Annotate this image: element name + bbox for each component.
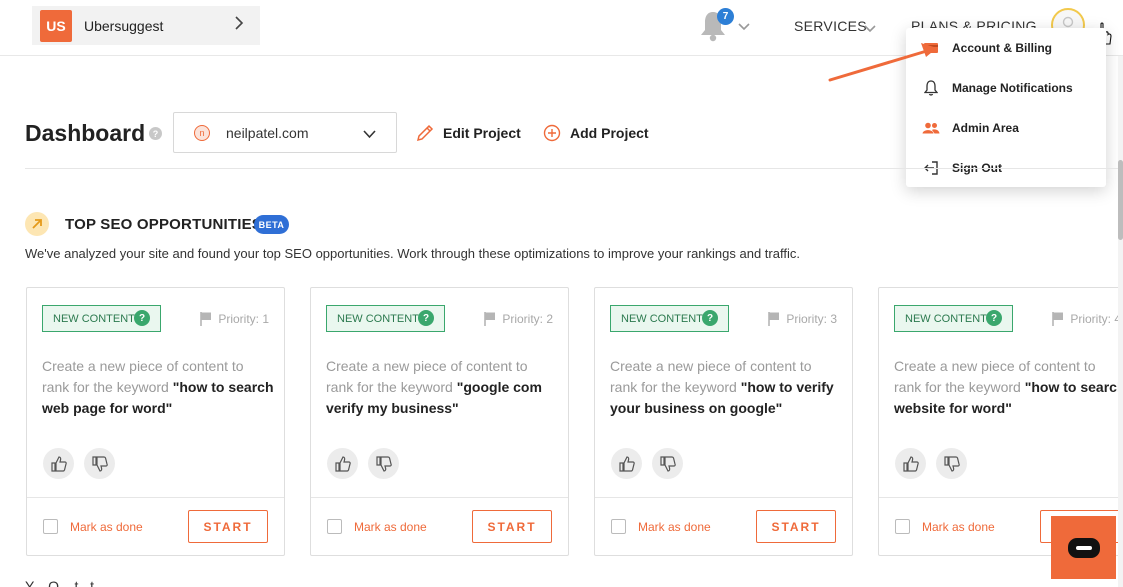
thumbs-down-icon: [943, 455, 960, 472]
mark-as-done-label[interactable]: Mark as done: [922, 520, 995, 534]
priority-label: Priority: 4: [1070, 312, 1121, 326]
thumbs-up-button[interactable]: [611, 448, 642, 479]
chat-icon: [1067, 537, 1100, 558]
mark-as-done-checkbox[interactable]: [43, 519, 58, 534]
help-icon[interactable]: ?: [986, 310, 1002, 326]
mark-as-done-label[interactable]: Mark as done: [70, 520, 143, 534]
thumbs-down-icon: [91, 455, 108, 472]
card-divider: [311, 497, 568, 498]
priority-indicator: Priority: 4: [1052, 311, 1121, 327]
selected-domain: neilpatel.com: [226, 124, 309, 141]
thumbs-up-button[interactable]: [895, 448, 926, 479]
thumbs-up-icon: [618, 455, 635, 472]
chat-button[interactable]: [1051, 516, 1116, 579]
thumbs-down-button[interactable]: [936, 448, 967, 479]
header-divider: [25, 168, 1123, 169]
menu-item-label: Manage Notifications: [952, 81, 1073, 95]
priority-indicator: Priority: 2: [484, 311, 553, 327]
priority-label: Priority: 3: [786, 312, 837, 326]
chevron-down-icon: [864, 20, 876, 38]
notification-badge: 7: [717, 8, 734, 25]
project-switcher[interactable]: US Ubersuggest: [32, 6, 260, 45]
menu-item-label: Admin Area: [952, 121, 1019, 135]
thumbs-up-button[interactable]: [327, 448, 358, 479]
thumbs-down-button[interactable]: [368, 448, 399, 479]
help-icon[interactable]: ?: [134, 310, 150, 326]
card-description: Create a new piece of content to rank fo…: [610, 356, 842, 419]
thumbs-down-button[interactable]: [84, 448, 115, 479]
start-button[interactable]: START: [756, 510, 836, 543]
content-type-tag: NEW CONTENT ?: [42, 305, 161, 332]
annotation-arrow: [828, 43, 937, 82]
opportunity-card: NEW CONTENT ? Priority: 3 Create a new p…: [594, 287, 853, 556]
flag-icon: [768, 312, 780, 326]
edit-project-label: Edit Project: [443, 125, 521, 141]
priority-indicator: Priority: 1: [200, 311, 269, 327]
flag-icon: [484, 312, 496, 326]
chevron-down-icon: [363, 126, 376, 144]
notifications-button[interactable]: 7: [700, 8, 734, 47]
help-icon[interactable]: ?: [149, 127, 162, 140]
mark-as-done-checkbox[interactable]: [327, 519, 342, 534]
trending-arrow-icon: [25, 212, 49, 236]
thumbs-down-button[interactable]: [652, 448, 683, 479]
add-project-button[interactable]: Add Project: [543, 124, 649, 142]
edit-project-button[interactable]: Edit Project: [416, 124, 521, 142]
plus-circle-icon: [543, 124, 561, 142]
nav-services[interactable]: SERVICES: [794, 18, 867, 34]
content-type-tag: NEW CONTENT ?: [610, 305, 729, 332]
card-description: Create a new piece of content to rank fo…: [42, 356, 274, 419]
pencil-icon: [416, 124, 434, 142]
tag-label: NEW CONTENT: [337, 312, 419, 325]
content-type-tag: NEW CONTENT ?: [894, 305, 1013, 332]
project-name: Ubersuggest: [84, 17, 164, 34]
thumbs-down-icon: [375, 455, 392, 472]
scrollbar-thumb[interactable]: [1118, 160, 1123, 240]
opportunity-card: NEW CONTENT ? Priority: 2 Create a new p…: [310, 287, 569, 556]
card-divider: [879, 497, 1123, 498]
tag-label: NEW CONTENT: [905, 312, 987, 325]
thumbs-up-icon: [50, 455, 67, 472]
tag-label: NEW CONTENT: [53, 312, 135, 325]
thumbs-down-icon: [659, 455, 676, 472]
chevron-down-icon[interactable]: [738, 18, 750, 36]
opportunity-card: NEW CONTENT ? Priority: 1 Create a new p…: [26, 287, 285, 556]
chevron-right-icon: [234, 16, 244, 35]
section-title: TOP SEO OPPORTUNITIES: [65, 216, 263, 233]
users-icon: [922, 119, 940, 137]
priority-label: Priority: 2: [502, 312, 553, 326]
mark-as-done-label[interactable]: Mark as done: [638, 520, 711, 534]
page-title: Dashboard: [25, 120, 146, 146]
content-type-tag: NEW CONTENT ?: [326, 305, 445, 332]
site-favicon: n: [194, 124, 210, 141]
card-divider: [27, 497, 284, 498]
help-icon[interactable]: ?: [702, 310, 718, 326]
ubersuggest-logo: US: [40, 9, 72, 42]
mark-as-done-label[interactable]: Mark as done: [354, 520, 427, 534]
section-description: We've analyzed your site and found your …: [25, 246, 800, 261]
start-button[interactable]: START: [472, 510, 552, 543]
menu-item-admin-area[interactable]: Admin Area: [922, 116, 1019, 140]
menu-item-label: Account & Billing: [952, 41, 1052, 55]
thumbs-up-icon: [902, 455, 919, 472]
card-divider: [595, 497, 852, 498]
flag-icon: [1052, 312, 1064, 326]
priority-indicator: Priority: 3: [768, 311, 837, 327]
mark-as-done-checkbox[interactable]: [895, 519, 910, 534]
next-section-title: Y... O... t...t...: [25, 578, 106, 587]
add-project-label: Add Project: [570, 125, 649, 141]
flag-icon: [200, 312, 212, 326]
mark-as-done-checkbox[interactable]: [611, 519, 626, 534]
priority-label: Priority: 1: [218, 312, 269, 326]
scrollbar-track[interactable]: [1118, 56, 1123, 587]
card-description: Create a new piece of content to rank fo…: [894, 356, 1123, 419]
start-button[interactable]: START: [188, 510, 268, 543]
thumbs-up-icon: [334, 455, 351, 472]
domain-select[interactable]: n neilpatel.com: [173, 112, 397, 153]
beta-badge: BETA: [254, 215, 289, 234]
card-description: Create a new piece of content to rank fo…: [326, 356, 558, 419]
help-icon[interactable]: ?: [418, 310, 434, 326]
tag-label: NEW CONTENT: [621, 312, 703, 325]
thumbs-up-button[interactable]: [43, 448, 74, 479]
